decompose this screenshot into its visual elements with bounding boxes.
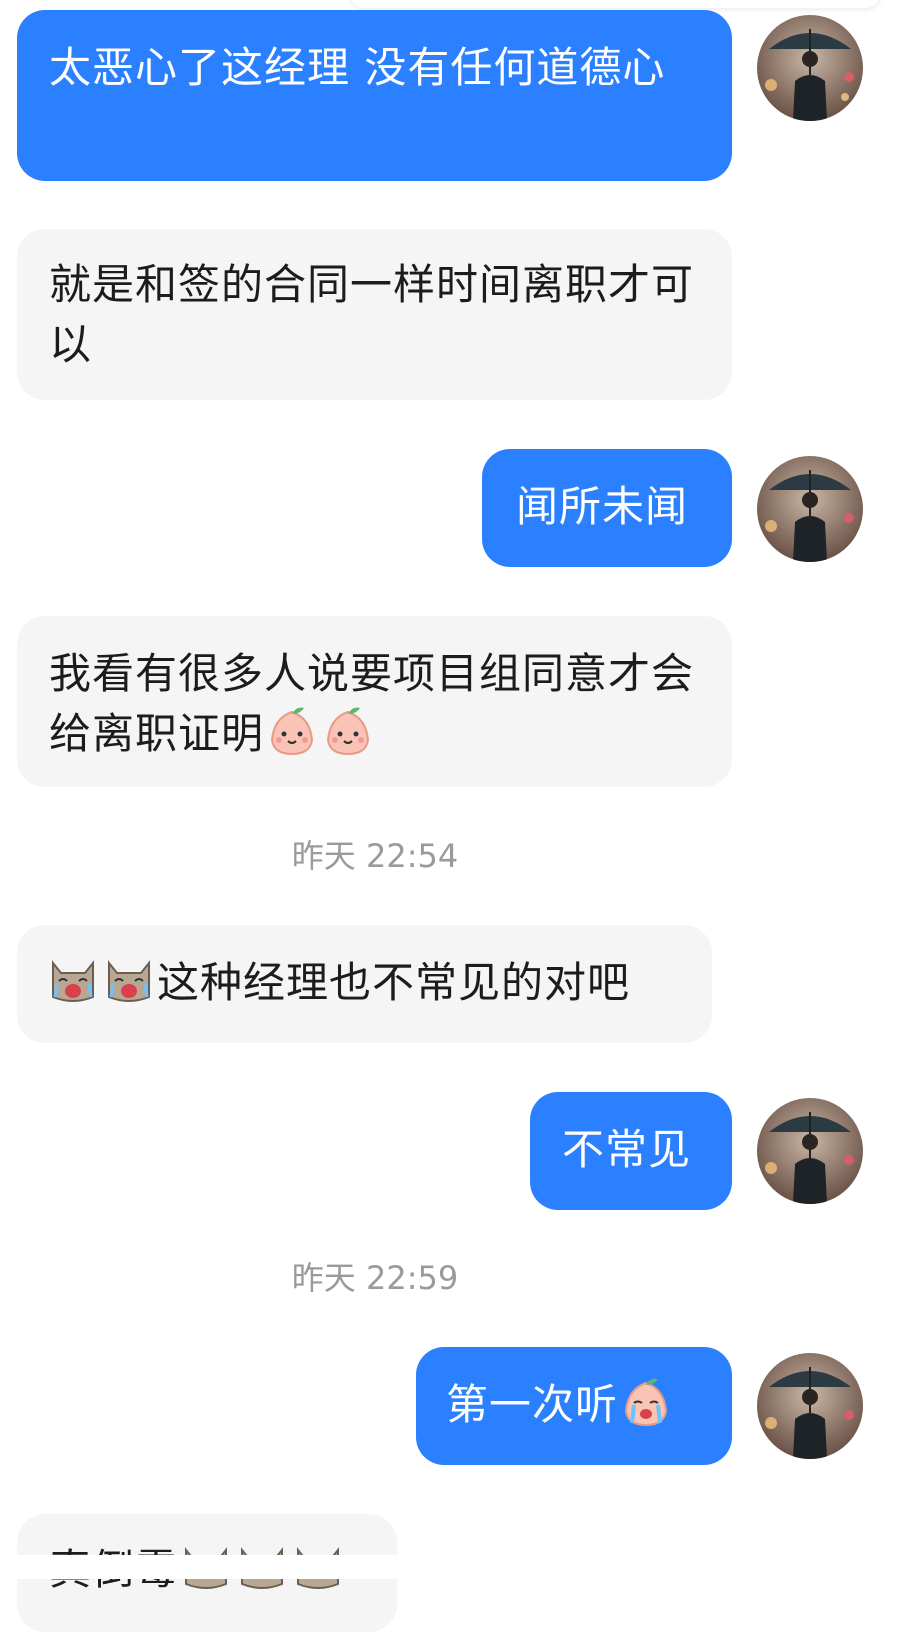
message-text: 这种经理也不常见的对吧 (157, 958, 631, 1007)
umbrella-man-avatar-icon (757, 456, 863, 562)
message-bubble-incoming[interactable]: 这种经理也不常见的对吧 (17, 925, 712, 1043)
message-bubble-outgoing[interactable]: 第一次听 (416, 1347, 732, 1465)
message-text: 就是和签的合同一样时间离职才可以 (49, 260, 695, 369)
message-bubble-outgoing[interactable]: 闻所未闻 (482, 449, 732, 567)
peach-face-emoji-icon (322, 704, 374, 772)
umbrella-man-avatar-icon (757, 15, 863, 121)
user-avatar[interactable] (757, 456, 863, 562)
message-text: 闻所未闻 (516, 482, 689, 531)
user-avatar[interactable] (757, 1353, 863, 1459)
message-text: 第一次听 (446, 1380, 619, 1429)
message-text: 太恶心了这经理 没有任何道德心 (49, 43, 666, 92)
viewport-bottom-edge (0, 1555, 916, 1579)
message-text: 不常见 (562, 1125, 692, 1174)
message-bubble-incoming[interactable]: 我看有很多人说要项目组同意才会给离职证明 (17, 616, 732, 787)
user-avatar[interactable] (757, 1098, 863, 1204)
crying-cat-emoji-icon (47, 953, 99, 1021)
message-timestamp: 昨天 22:59 (291, 1259, 459, 1297)
message-timestamp: 昨天 22:54 (291, 837, 459, 875)
input-bar-remnant (350, 0, 880, 8)
crying-cat-emoji-icon (103, 953, 155, 1021)
crying-peach-emoji-icon (620, 1375, 672, 1443)
peach-face-emoji-icon (266, 704, 318, 772)
message-bubble-outgoing[interactable]: 太恶心了这经理 没有任何道德心 (17, 10, 732, 181)
umbrella-man-avatar-icon (757, 1098, 863, 1204)
umbrella-man-avatar-icon (757, 1353, 863, 1459)
message-bubble-outgoing[interactable]: 不常见 (530, 1092, 732, 1210)
user-avatar[interactable] (757, 15, 863, 121)
message-bubble-incoming[interactable]: 就是和签的合同一样时间离职才可以 (17, 229, 732, 400)
